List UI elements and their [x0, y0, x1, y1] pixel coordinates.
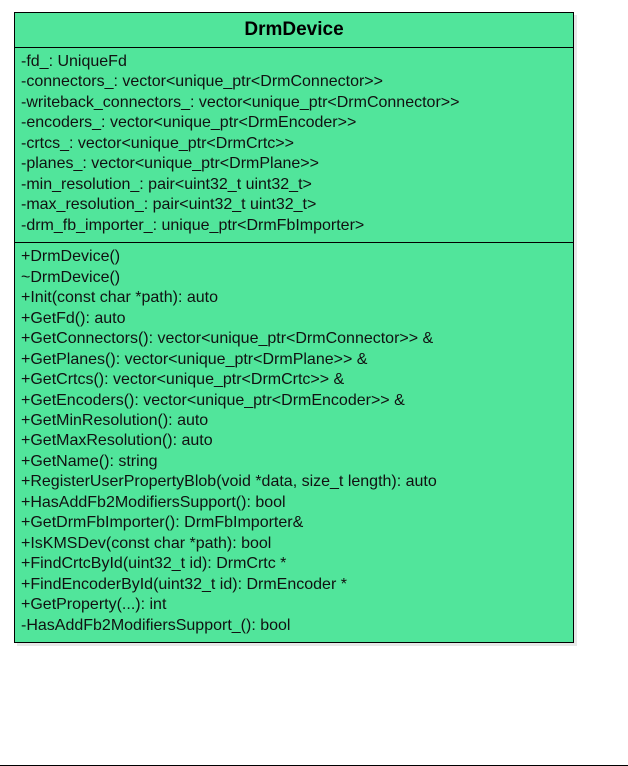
class-name: DrmDevice: [15, 13, 573, 48]
class-operation: +Init(const char *path): auto: [21, 288, 567, 308]
class-operation: +GetFd(): auto: [21, 309, 567, 329]
class-operation: +IsKMSDev(const char *path): bool: [21, 534, 567, 554]
class-operation: +GetMaxResolution(): auto: [21, 431, 567, 451]
class-attribute: -drm_fb_importer_: unique_ptr<DrmFbImpor…: [21, 216, 567, 236]
class-operation: +GetName(): string: [21, 452, 567, 472]
class-attribute: -min_resolution_: pair<uint32_t uint32_t…: [21, 175, 567, 195]
class-attribute: -writeback_connectors_: vector<unique_pt…: [21, 93, 567, 113]
class-operation: +FindCrtcById(uint32_t id): DrmCrtc *: [21, 554, 567, 574]
class-operation: -HasAddFb2ModifiersSupport_(): bool: [21, 616, 567, 636]
class-operations-section: +DrmDevice()~DrmDevice()+Init(const char…: [15, 243, 573, 642]
class-operation: +GetDrmFbImporter(): DrmFbImporter&: [21, 513, 567, 533]
class-attribute: -crtcs_: vector<unique_ptr<DrmCrtc>>: [21, 134, 567, 154]
class-operation: +GetProperty(...): int: [21, 595, 567, 615]
class-attribute: -encoders_: vector<unique_ptr<DrmEncoder…: [21, 113, 567, 133]
class-attribute: -fd_: UniqueFd: [21, 52, 567, 72]
class-attribute: -planes_: vector<unique_ptr<DrmPlane>>: [21, 154, 567, 174]
class-operation: +GetPlanes(): vector<unique_ptr<DrmPlane…: [21, 350, 567, 370]
class-attributes-section: -fd_: UniqueFd-connectors_: vector<uniqu…: [15, 48, 573, 243]
class-operation: +RegisterUserPropertyBlob(void *data, si…: [21, 472, 567, 492]
class-operation: +FindEncoderById(uint32_t id): DrmEncode…: [21, 575, 567, 595]
class-operation: +GetConnectors(): vector<unique_ptr<DrmC…: [21, 329, 567, 349]
diagram-canvas: DrmDevice -fd_: UniqueFd-connectors_: ve…: [0, 0, 628, 766]
class-operation: +GetEncoders(): vector<unique_ptr<DrmEnc…: [21, 391, 567, 411]
class-attribute: -max_resolution_: pair<uint32_t uint32_t…: [21, 195, 567, 215]
class-attribute: -connectors_: vector<unique_ptr<DrmConne…: [21, 72, 567, 92]
class-operation: +GetMinResolution(): auto: [21, 411, 567, 431]
class-operation: ~DrmDevice(): [21, 268, 567, 288]
class-operation: +GetCrtcs(): vector<unique_ptr<DrmCrtc>>…: [21, 370, 567, 390]
uml-class-box: DrmDevice -fd_: UniqueFd-connectors_: ve…: [14, 12, 574, 643]
class-operation: +HasAddFb2ModifiersSupport(): bool: [21, 493, 567, 513]
class-operation: +DrmDevice(): [21, 247, 567, 267]
